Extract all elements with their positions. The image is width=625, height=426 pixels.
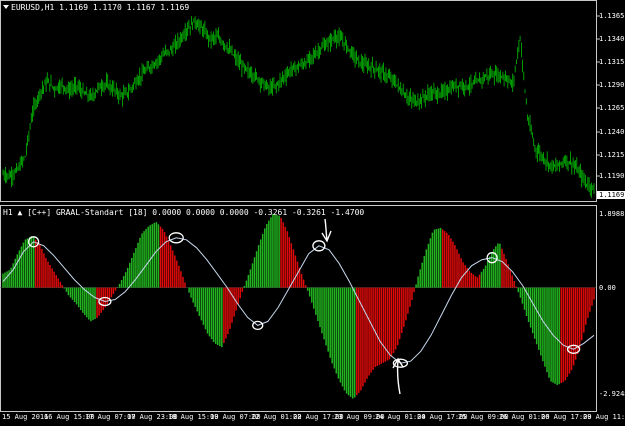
up-arrow-icon bbox=[392, 357, 404, 395]
price-label: 1.1365 bbox=[599, 12, 625, 20]
price-panel-frame bbox=[0, 0, 597, 202]
indicator-panel-title: H1 ▲ [C++] GRAAL-Standart [18] 0.0000 0.… bbox=[3, 208, 365, 217]
price-panel-title: EURUSD,H1 1.1169 1.1170 1.1167 1.1169 bbox=[3, 3, 189, 12]
price-label: 1.1290 bbox=[599, 81, 625, 89]
indicator-top-label: 1.8988 bbox=[599, 210, 625, 218]
indicator-histogram bbox=[0, 214, 596, 399]
current-price-tag: 1.1169 bbox=[597, 191, 625, 199]
time-label: 29 Aug 11:00 bbox=[583, 413, 625, 421]
indicator-panel-frame bbox=[0, 205, 597, 412]
price-label: 1.1340 bbox=[599, 35, 625, 43]
indicator-zero-label: 0.00 bbox=[599, 284, 616, 292]
price-label: 1.1240 bbox=[599, 128, 625, 136]
down-arrow-icon bbox=[321, 218, 332, 243]
price-label: 1.1190 bbox=[599, 172, 625, 180]
time-label: 15 Aug 2016 bbox=[2, 413, 49, 421]
dropdown-triangle-icon[interactable] bbox=[3, 5, 9, 9]
price-label: 1.1265 bbox=[599, 104, 625, 112]
chart-window[interactable]: EURUSD,H1 1.1169 1.1170 1.1167 1.1169 H1… bbox=[0, 0, 625, 426]
indicator-bottom-label: -2.9248 bbox=[599, 390, 625, 398]
price-label: 1.1315 bbox=[599, 58, 625, 66]
price-label: 1.1215 bbox=[599, 151, 625, 159]
price-candles bbox=[2, 16, 595, 198]
